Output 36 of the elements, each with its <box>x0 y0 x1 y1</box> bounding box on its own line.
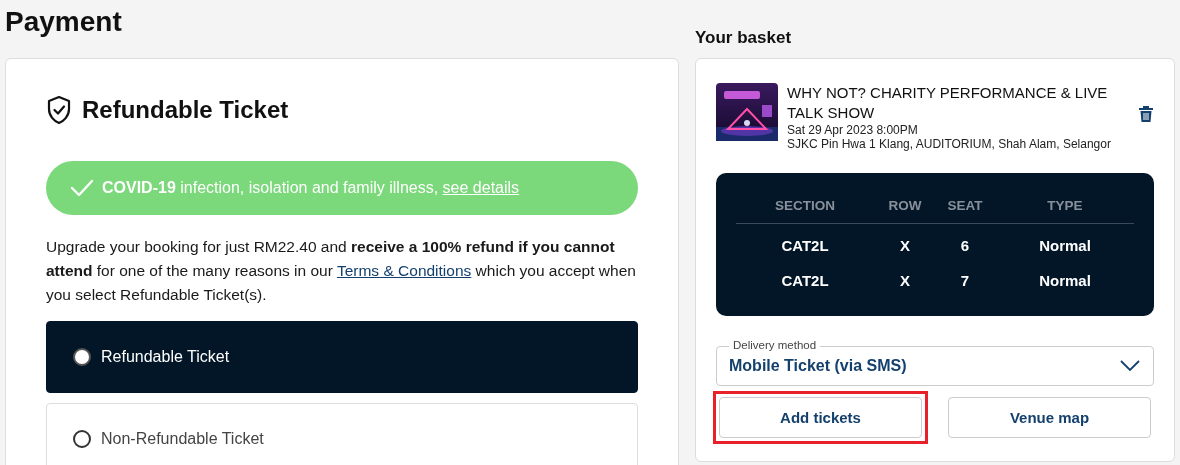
page-title: Payment <box>5 5 123 39</box>
terms-link[interactable]: Terms & Conditions <box>336 262 472 279</box>
event-date: Sat 29 Apr 2023 8:00PM <box>787 123 919 137</box>
field-label: Delivery method <box>729 339 821 351</box>
table-cell: 7 <box>960 272 970 289</box>
shield-check-icon <box>46 95 72 125</box>
radio-button[interactable] <box>73 348 91 366</box>
ticket-option[interactable]: Refundable Ticket <box>46 321 638 393</box>
table-cell: Normal <box>1039 272 1091 289</box>
delete-button[interactable] <box>1138 105 1154 123</box>
basket-title: Your basket <box>695 27 793 49</box>
table-cell: CAT2L <box>781 272 829 289</box>
action-button[interactable]: Venue map <box>948 397 1151 438</box>
dropdown-value: Mobile Ticket (via SMS) <box>729 357 907 375</box>
column-header: SEAT <box>947 197 983 213</box>
table-cell: 6 <box>960 237 970 254</box>
event-name: WHY NOT? CHARITY PERFORMANCE & LIVE TALK SHOW <box>787 83 1109 123</box>
table-cell: X <box>900 237 910 254</box>
refund-title: Refundable Ticket <box>82 96 289 124</box>
option-label: Refundable Ticket <box>101 348 230 366</box>
column-header: TYPE <box>1047 197 1083 213</box>
trash-icon <box>1138 105 1154 123</box>
table-cell: CAT2L <box>781 237 829 254</box>
check-icon <box>70 178 94 198</box>
column-header: ROW <box>888 197 922 213</box>
column-header: SECTION <box>775 197 835 213</box>
option-label: Non-Refundable Ticket <box>101 430 264 448</box>
banner-text: COVID-19 infection, isolation and family illness, see details <box>102 179 520 197</box>
radio-button[interactable] <box>73 430 91 448</box>
action-button[interactable]: Add tickets <box>719 397 922 438</box>
ticket-option[interactable]: Non-Refundable Ticket <box>46 403 638 465</box>
event-venue: SJKC Pin Hwa 1 Klang, AUDITORIUM, Shah Alam, Selangor <box>787 137 1112 151</box>
chevron-down-icon <box>1119 359 1141 373</box>
table-cell: Normal <box>1039 237 1091 254</box>
refund-description: Upgrade your booking for just RM22.40 and receive a 100% refund if you cannot attend for one of the many reasons in our Terms & Conditions which you accept when you select Refundable Ticket(s). <box>46 237 637 305</box>
table-cell: X <box>900 272 910 289</box>
